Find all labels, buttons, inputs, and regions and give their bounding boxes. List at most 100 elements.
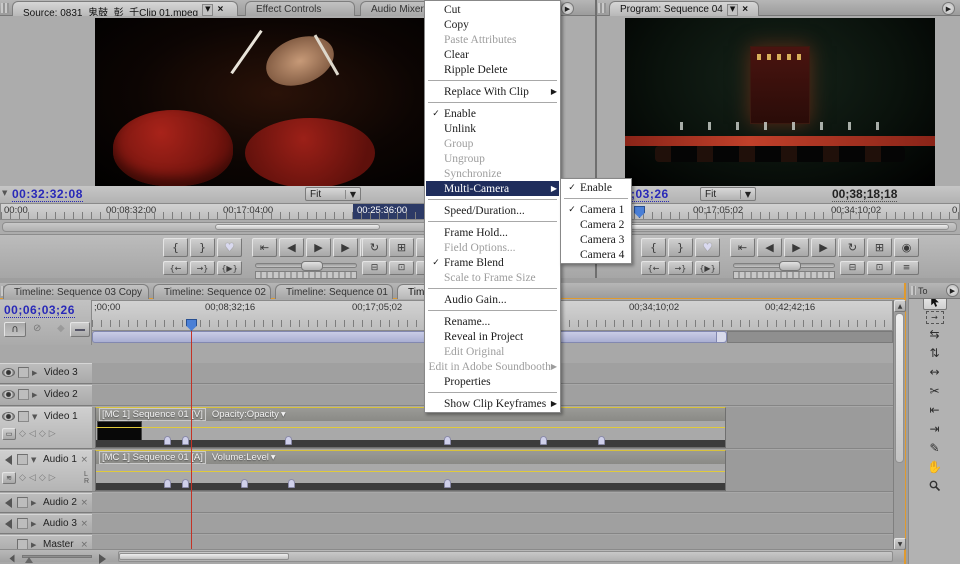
audio-clip-mc1[interactable]: [MC 1] Sequence 01 [A] Volume:Level ▼ xyxy=(95,450,726,491)
menu-item-properties[interactable]: Properties xyxy=(426,374,559,389)
timeline-vertical-scrollbar[interactable]: ▲ ▼ xyxy=(893,300,905,550)
tab-timeline-seq03copy[interactable]: Timeline: Sequence 03 Copy xyxy=(3,284,149,299)
set-in-point-button[interactable] xyxy=(641,238,666,257)
program-view-scrollbar[interactable] xyxy=(599,222,957,232)
submenu-item-camera4[interactable]: Camera 4 xyxy=(562,247,630,262)
menu-item-replace-with-clip[interactable]: Replace With Clip xyxy=(426,84,559,99)
insert-button[interactable] xyxy=(362,261,387,275)
submenu-item-camera1[interactable]: Camera 1 xyxy=(562,202,630,217)
panel-menu-icon[interactable]: ▶ xyxy=(561,2,574,15)
track-content-video1[interactable]: [MC 1] Sequence 01 [V] Opacity:Opacity ▼ xyxy=(92,407,893,449)
hand-tool-icon[interactable]: ✋ xyxy=(923,458,947,476)
add-keyframe-icon[interactable]: ◇ xyxy=(39,473,46,483)
chevron-down-icon[interactable]: ▼ xyxy=(727,4,738,16)
zoom-out-icon[interactable] xyxy=(6,555,15,563)
track-display-style-button[interactable]: ≋ xyxy=(2,472,16,484)
ripple-edit-tool-icon[interactable]: ⇆ xyxy=(923,325,947,343)
export-frame-button[interactable] xyxy=(894,261,919,275)
jog-wheel[interactable] xyxy=(255,271,357,279)
track-name[interactable]: Audio 2 xyxy=(43,497,77,508)
track-content-audio3[interactable] xyxy=(92,514,893,534)
program-video-preview[interactable] xyxy=(625,18,935,186)
toggle-track-output-icon[interactable] xyxy=(2,368,15,377)
toggle-track-output-icon[interactable] xyxy=(2,390,15,399)
snap-toggle-button[interactable]: ∩ xyxy=(4,322,26,337)
panel-gripper[interactable] xyxy=(598,3,606,13)
track-lock-toggle[interactable] xyxy=(18,389,29,400)
source-current-timecode[interactable]: 00:32:32:08 xyxy=(12,187,83,202)
rolling-edit-tool-icon[interactable]: ⇅ xyxy=(923,344,947,362)
go-to-previous-edit-button[interactable] xyxy=(252,238,277,257)
clip-marker-icon[interactable] xyxy=(444,479,451,488)
menu-item-frame-blend[interactable]: Frame Blend xyxy=(426,255,559,270)
chevron-down-icon[interactable]: ▼ xyxy=(202,4,213,16)
set-marker-icon[interactable]: ◆ xyxy=(57,323,65,334)
go-to-in-button[interactable] xyxy=(163,261,188,275)
pen-tool-icon[interactable]: ✎ xyxy=(923,439,947,457)
clip-marker-icon[interactable] xyxy=(540,436,547,445)
safe-margins-button[interactable] xyxy=(867,238,892,257)
menu-item-ripple-delete[interactable]: Ripple Delete xyxy=(426,62,559,77)
set-in-point-button[interactable] xyxy=(163,238,188,257)
track-name[interactable]: Audio 1 xyxy=(43,454,77,465)
play-in-to-out-button[interactable] xyxy=(217,261,242,275)
next-keyframe-icon[interactable]: ▷ xyxy=(49,473,56,483)
tab-timeline-seq02[interactable]: Timeline: Sequence 02 xyxy=(153,284,271,299)
collapse-track-icon[interactable]: ▶ xyxy=(32,391,41,399)
close-icon[interactable]: × xyxy=(217,4,223,16)
set-marker-button[interactable] xyxy=(217,238,242,257)
shuttle-slider[interactable] xyxy=(733,263,835,268)
clip-marker-icon[interactable] xyxy=(164,479,171,488)
set-out-point-button[interactable] xyxy=(668,238,693,257)
zoom-slider[interactable] xyxy=(22,555,92,558)
play-in-to-out-button[interactable] xyxy=(695,261,720,275)
video-clip-mc1[interactable]: [MC 1] Sequence 01 [V] Opacity:Opacity ▼ xyxy=(95,407,726,448)
scrollbar-thumb[interactable] xyxy=(895,313,904,463)
program-fit-dropdown[interactable]: Fit ▼ xyxy=(700,187,756,201)
step-back-button[interactable] xyxy=(757,238,782,257)
play-button[interactable] xyxy=(784,238,809,257)
set-marker-button[interactable] xyxy=(695,238,720,257)
expand-track-icon[interactable]: ▼ xyxy=(31,456,40,464)
clip-marker-icon[interactable] xyxy=(241,479,248,488)
menu-item-unlink[interactable]: Unlink xyxy=(426,121,559,136)
extract-button[interactable] xyxy=(867,261,892,275)
clip-marker-icon[interactable] xyxy=(598,436,605,445)
expand-track-icon[interactable]: ▼ xyxy=(32,413,41,421)
toggle-track-mute-icon[interactable] xyxy=(0,519,12,529)
track-select-tool-icon[interactable]: → xyxy=(926,311,944,324)
clip-marker-icon[interactable] xyxy=(182,479,189,488)
toggle-track-output-icon[interactable] xyxy=(2,412,15,421)
menu-item-clear[interactable]: Clear xyxy=(426,47,559,62)
clip-marker-icon[interactable] xyxy=(285,436,292,445)
zoom-in-icon[interactable] xyxy=(99,554,111,564)
slide-tool-icon[interactable]: ⇥ xyxy=(923,420,947,438)
jog-wheel[interactable] xyxy=(733,271,835,279)
step-forward-button[interactable] xyxy=(333,238,358,257)
toggle-track-mute-icon[interactable] xyxy=(0,455,12,465)
track-content-audio2[interactable] xyxy=(92,493,893,513)
shuttle-slider[interactable] xyxy=(255,263,357,268)
source-fit-dropdown[interactable]: Fit ▼ xyxy=(305,187,361,201)
panel-gripper[interactable] xyxy=(1,3,9,13)
add-keyframe-icon[interactable]: ◇ xyxy=(39,429,46,439)
menu-item-show-clip-keyframes[interactable]: Show Clip Keyframes xyxy=(426,396,559,411)
program-current-timecode[interactable]: ;03;26 xyxy=(631,187,669,202)
panel-menu-icon[interactable]: ▶ xyxy=(942,2,955,15)
previous-keyframe-icon[interactable]: ◁ xyxy=(29,473,36,483)
go-to-in-button[interactable] xyxy=(641,261,666,275)
sync-lock-icon[interactable]: × xyxy=(80,455,90,465)
sync-lock-icon[interactable]: × xyxy=(80,540,90,550)
show-keyframes-icon[interactable]: ◇ xyxy=(19,473,26,483)
collapse-track-icon[interactable]: ▶ xyxy=(31,499,40,507)
toggle-track-mute-icon[interactable] xyxy=(0,498,12,508)
work-area-bar[interactable] xyxy=(92,331,727,343)
lift-button[interactable] xyxy=(840,261,865,275)
rate-stretch-tool-icon[interactable]: ↔ xyxy=(923,363,947,381)
audio-clip-effect-dropdown[interactable]: Volume:Level ▼ xyxy=(212,452,276,463)
scroll-up-icon[interactable]: ▲ xyxy=(894,300,906,312)
track-display-style-button[interactable]: ▭ xyxy=(2,428,16,440)
tab-timeline-seq01[interactable]: Timeline: Sequence 01 xyxy=(275,284,393,299)
clip-marker-icon[interactable] xyxy=(164,436,171,445)
video-clip-effect-dropdown[interactable]: Opacity:Opacity ▼ xyxy=(212,409,286,420)
